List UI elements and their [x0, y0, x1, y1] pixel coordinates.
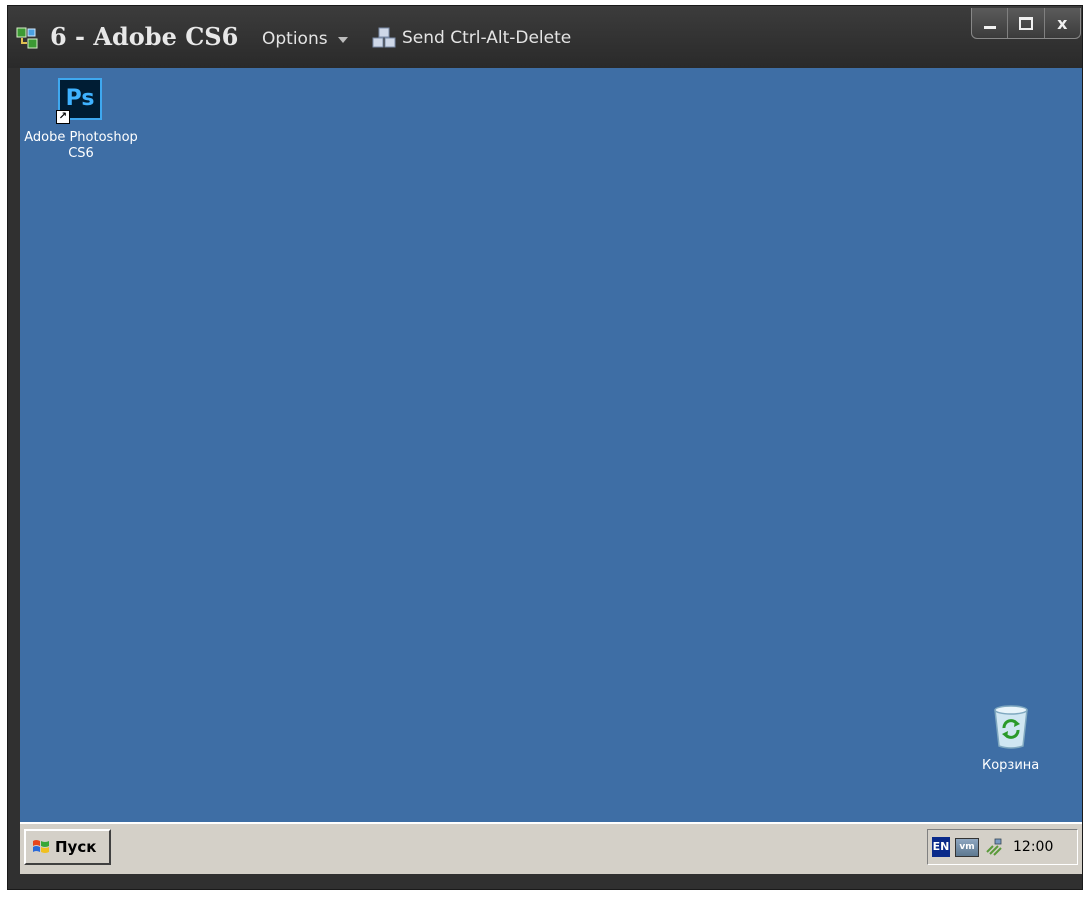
- desktop-icon-label: Adobe Photoshop CS6: [24, 130, 138, 161]
- start-button[interactable]: Пуск: [24, 829, 111, 865]
- chevron-down-icon: [337, 37, 348, 43]
- taskbar: Пуск EN vm 12:00: [20, 822, 1082, 874]
- close-icon: x: [1057, 13, 1068, 33]
- clock[interactable]: 12:00: [1013, 839, 1053, 855]
- shortcut-arrow-icon: ↗: [56, 110, 70, 124]
- photoshop-icon: Ps ↗: [56, 76, 106, 124]
- network-icon[interactable]: [984, 837, 1004, 857]
- options-label: Options: [262, 29, 328, 49]
- language-indicator[interactable]: EN: [932, 837, 950, 857]
- maximize-button[interactable]: [1008, 8, 1045, 38]
- system-tray: EN vm 12:00: [927, 829, 1078, 865]
- minimize-button[interactable]: [972, 8, 1009, 38]
- desktop-icon-photoshop[interactable]: Ps ↗ Adobe Photoshop CS6: [16, 76, 146, 162]
- window-controls: x: [971, 8, 1081, 39]
- vmware-tools-icon[interactable]: vm: [955, 837, 979, 857]
- options-menu[interactable]: Options: [262, 28, 348, 50]
- start-label: Пуск: [55, 838, 97, 856]
- send-ctrl-alt-delete-label: Send Ctrl-Alt-Delete: [402, 28, 572, 48]
- close-button[interactable]: x: [1045, 8, 1080, 38]
- desktop-icon-recycle-bin[interactable]: Корзина: [982, 702, 1039, 774]
- minimize-icon: [983, 25, 996, 29]
- vm-console-window: 6 - Adobe CS6 Options Send Ctrl-Alt-Dele…: [7, 5, 1083, 890]
- keyboard-keys-icon: [372, 27, 396, 48]
- send-ctrl-alt-delete-button[interactable]: Send Ctrl-Alt-Delete: [372, 27, 571, 49]
- maximize-icon: [1018, 16, 1033, 30]
- desktop[interactable]: Ps ↗ Adobe Photoshop CS6 Корзина: [20, 68, 1082, 822]
- vm-console-icon: [16, 27, 38, 49]
- desktop-icon-label: Корзина: [982, 758, 1040, 773]
- window-title: 6 - Adobe CS6: [50, 22, 239, 51]
- recycle-bin-icon: [993, 705, 1028, 749]
- title-bar: 6 - Adobe CS6 Options Send Ctrl-Alt-Dele…: [8, 6, 1082, 68]
- windows-flag-icon: [33, 840, 49, 853]
